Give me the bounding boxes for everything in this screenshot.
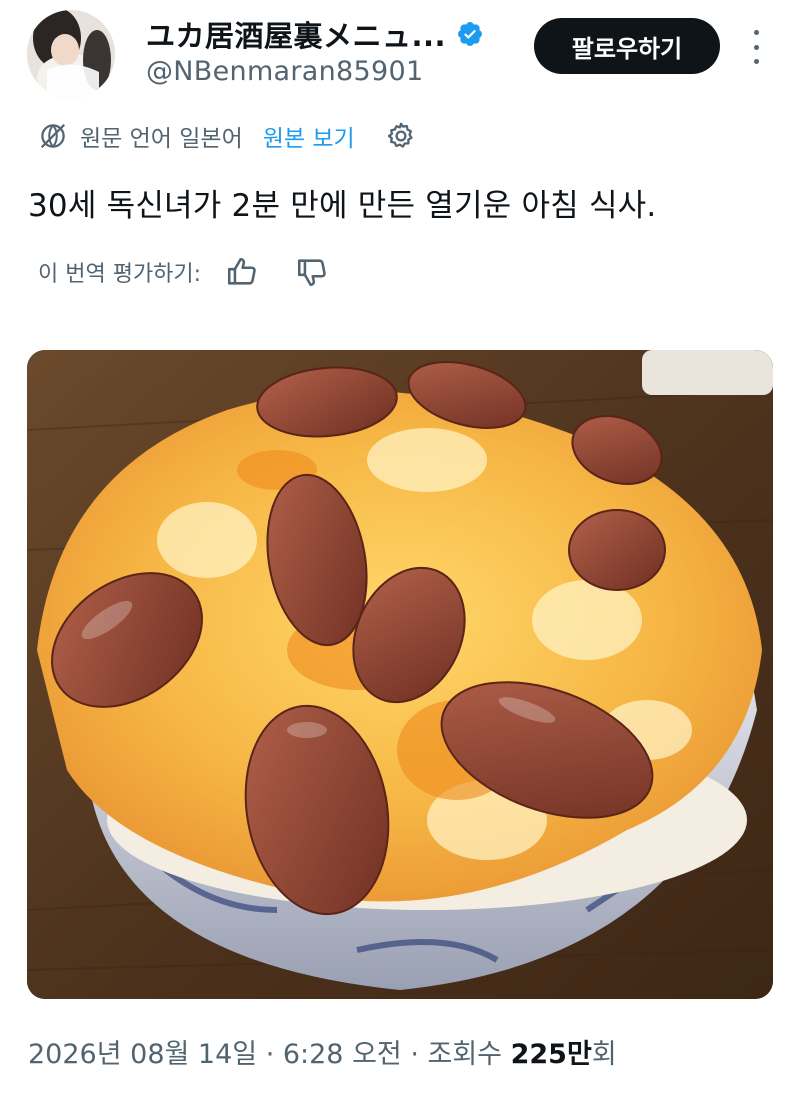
gear-icon[interactable] bbox=[385, 120, 417, 152]
avatar[interactable] bbox=[27, 10, 115, 98]
tweet-meta: 2026년 08월 14일 · 6:28 오전 · 조회수 225만회 bbox=[28, 1032, 617, 1071]
follow-button[interactable]: 팔로우하기 bbox=[534, 18, 720, 74]
verified-badge-icon bbox=[458, 22, 483, 46]
tweet-header: ユカ居酒屋裏メニュ... @NBenmaran85901 팔로우하기 bbox=[0, 0, 800, 110]
tweet-photo[interactable] bbox=[27, 350, 773, 999]
thumbs-down-icon[interactable] bbox=[295, 255, 329, 289]
tweet-timestamp[interactable]: 2026년 08월 14일 · 6:28 오전 · 조회수 bbox=[28, 1039, 511, 1070]
author-display-name[interactable]: ユカ居酒屋裏メニュ... bbox=[146, 13, 446, 55]
views-count: 225만 bbox=[510, 1039, 592, 1070]
translation-rating: 이 번역 평가하기: bbox=[38, 252, 329, 292]
rate-translation-label: 이 번역 평가하기: bbox=[38, 262, 202, 287]
show-original-link[interactable]: 원본 보기 bbox=[263, 119, 355, 153]
views-suffix: 회 bbox=[591, 1039, 617, 1070]
more-vertical-icon[interactable] bbox=[748, 30, 764, 64]
avatar-image bbox=[27, 10, 115, 98]
thumbs-up-icon[interactable] bbox=[225, 255, 259, 289]
food-photo-image bbox=[27, 350, 773, 999]
translation-note: 원문 언어 일본어 bbox=[80, 126, 243, 152]
author-name-row[interactable]: ユカ居酒屋裏メニュ... bbox=[146, 14, 484, 54]
translation-info: 원문 언어 일본어 원본 보기 bbox=[38, 116, 417, 156]
translate-globe-icon bbox=[40, 123, 66, 149]
tweet-text: 30세 독신녀가 2분 만에 만든 열기운 아침 식사. bbox=[28, 188, 657, 224]
author-handle[interactable]: @NBenmaran85901 bbox=[146, 56, 423, 87]
